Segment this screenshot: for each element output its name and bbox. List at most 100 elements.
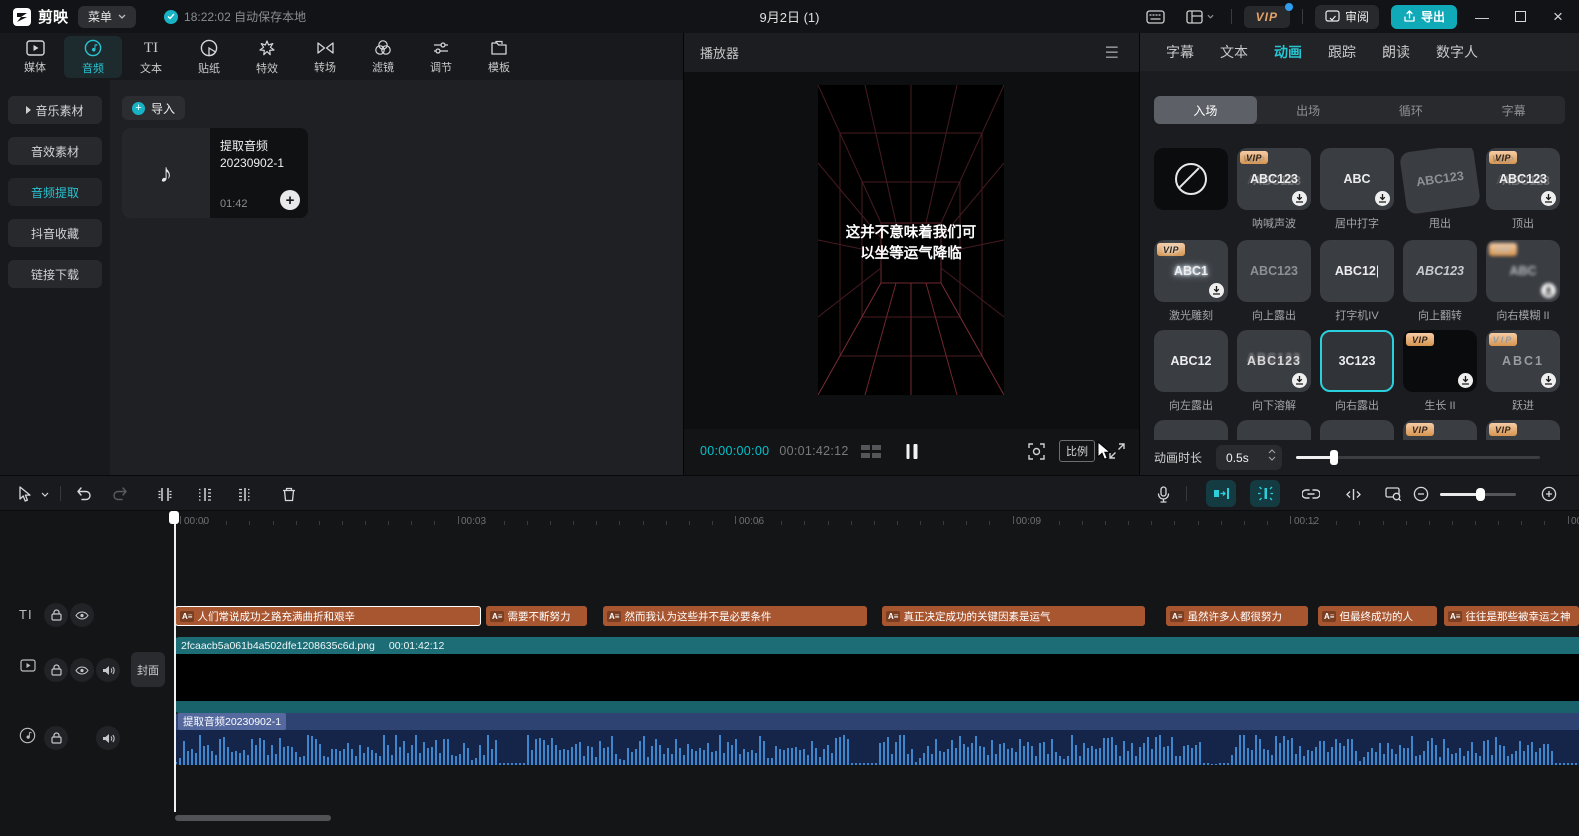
delete-left-button[interactable] <box>192 476 218 512</box>
tab-audio[interactable]: 音频 <box>64 36 122 78</box>
text-clip[interactable]: A≡ 然而我认为这些并不是必要条件 <box>603 606 867 626</box>
tab-tracking[interactable]: 跟踪 <box>1328 42 1356 62</box>
player-menu-icon[interactable]: ☰ <box>1105 43 1119 63</box>
timeline-zoom-slider[interactable] <box>1440 493 1516 496</box>
timeline-ruler[interactable]: 00:00 00:03 00:06 00:09 00:12 00:15 <box>0 511 1579 533</box>
sidebar-item-douyin-favorites[interactable]: 抖音收藏 <box>8 219 102 247</box>
add-to-track-button[interactable]: + <box>280 190 300 210</box>
linkage-toggle[interactable] <box>1298 476 1324 512</box>
tab-transition[interactable]: 转场 <box>296 36 354 78</box>
text-clip[interactable]: A≡ 但最终成功的人 <box>1318 606 1437 626</box>
delete-button[interactable] <box>276 476 302 512</box>
anim-tile-partial[interactable]: VIP <box>1486 420 1560 440</box>
subtab-out[interactable]: 出场 <box>1257 96 1360 124</box>
vip-button[interactable]: VIP <box>1244 6 1290 28</box>
cover-button[interactable]: 封面 <box>131 652 165 687</box>
sidebar-item-sound-effects[interactable]: 音效素材 <box>8 137 102 165</box>
text-clip[interactable]: A≡ 往往是那些被幸运之神 <box>1444 606 1579 626</box>
duration-input[interactable]: 0.5s <box>1216 445 1282 470</box>
anim-tile[interactable]: ABC 居中打字 <box>1320 148 1394 231</box>
select-tool-button[interactable] <box>12 476 36 512</box>
text-clip[interactable]: A≡ 虽然许多人都很努力 <box>1166 606 1308 626</box>
zoom-in-button[interactable] <box>1538 476 1560 512</box>
playhead-handle[interactable] <box>169 511 179 524</box>
anim-tile[interactable]: ABC12 向左露出 <box>1154 330 1228 413</box>
duration-stepper[interactable] <box>1268 449 1276 461</box>
tab-digital-human[interactable]: 数字人 <box>1436 42 1478 62</box>
sidebar-item-link-download[interactable]: 链接下载 <box>8 260 102 288</box>
anim-tile-selected[interactable]: 3C123 向右露出 <box>1320 330 1394 413</box>
audio-waveform[interactable] <box>175 730 1579 765</box>
export-button[interactable]: 导出 <box>1391 5 1457 29</box>
tab-text-style[interactable]: 文本 <box>1220 42 1248 62</box>
anim-tile-partial[interactable] <box>1237 420 1311 440</box>
anim-tile[interactable]: ABC123 向下溶解 <box>1237 330 1311 413</box>
maximize-button[interactable] <box>1507 4 1533 30</box>
close-button[interactable]: × <box>1545 4 1571 30</box>
anim-tile[interactable]: ABC1 VIP 激光雕刻 <box>1154 240 1228 323</box>
tab-read-aloud[interactable]: 朗读 <box>1382 42 1410 62</box>
tab-template[interactable]: 模板 <box>470 36 528 78</box>
duration-slider-handle[interactable] <box>1330 450 1338 465</box>
sidebar-item-music-assets[interactable]: 音乐素材 <box>8 96 102 124</box>
lock-icon[interactable] <box>44 726 68 750</box>
mute-icon[interactable] <box>96 726 120 750</box>
anim-tile[interactable]: ABC12 打字机IV <box>1320 240 1394 323</box>
duration-slider[interactable] <box>1296 456 1540 459</box>
mute-icon[interactable] <box>96 658 120 682</box>
tab-adjust[interactable]: 调节 <box>412 36 470 78</box>
playhead-line[interactable] <box>174 511 176 812</box>
review-button[interactable]: 审阅 <box>1315 5 1379 29</box>
tab-animation[interactable]: 动画 <box>1274 42 1302 62</box>
pause-button[interactable] <box>906 444 917 459</box>
zoom-slider-handle[interactable] <box>1476 488 1485 501</box>
anim-tile-partial[interactable] <box>1320 420 1394 440</box>
anim-tile[interactable]: ABC123 向上露出 <box>1237 240 1311 323</box>
tab-media[interactable]: 媒体 <box>6 36 64 78</box>
menu-button[interactable]: 菜单 <box>78 6 136 28</box>
sidebar-item-audio-extract[interactable]: 音频提取 <box>8 178 102 206</box>
preview-axis-toggle[interactable] <box>1340 476 1366 512</box>
aspect-ratio-button[interactable]: 比例 <box>1059 440 1095 462</box>
fullscreen-icon[interactable] <box>1109 443 1125 459</box>
timeline[interactable]: 00:00 00:03 00:06 00:09 00:12 00:15 TI 封… <box>0 511 1579 836</box>
anim-tile[interactable]: ABC123 向上翻转 <box>1403 240 1477 323</box>
timeline-fit-button[interactable] <box>1380 476 1406 512</box>
anim-tile[interactable]: ABC123 VIP 呐喊声波 <box>1237 148 1311 231</box>
minimize-button[interactable]: — <box>1469 4 1495 30</box>
lock-icon[interactable] <box>44 603 68 627</box>
record-voiceover-button[interactable] <box>1150 476 1176 512</box>
anim-tile[interactable]: ABC VIP 向右模糊 II <box>1486 240 1560 323</box>
lock-icon[interactable] <box>44 658 68 682</box>
layout-switch-icon[interactable] <box>1181 4 1219 30</box>
eye-icon[interactable] <box>70 658 94 682</box>
tab-subtitle[interactable]: 字幕 <box>1166 42 1194 62</box>
delete-right-button[interactable] <box>232 476 258 512</box>
shortcut-keyboard-icon[interactable] <box>1143 4 1169 30</box>
anim-tile[interactable]: ABC123 VIP 顶出 <box>1486 148 1560 231</box>
redo-button[interactable] <box>108 476 132 512</box>
audio-clip-header[interactable]: 提取音频20230902-1 <box>175 713 1579 730</box>
anim-tile[interactable]: ABC1 VIP 跃进 <box>1486 330 1560 413</box>
subtab-in[interactable]: 入场 <box>1154 96 1257 124</box>
main-track-magnet-toggle[interactable] <box>1206 480 1236 507</box>
tab-effects[interactable]: 特效 <box>238 36 296 78</box>
eye-icon[interactable] <box>70 603 94 627</box>
tab-sticker[interactable]: 贴纸 <box>180 36 238 78</box>
text-clip-selected[interactable]: A≡ 人们常说成功之路充满曲折和艰辛 <box>175 606 481 626</box>
video-preview[interactable]: 这并不意味着我们可 以坐等运气降临 <box>818 85 1004 395</box>
zoom-out-button[interactable] <box>1410 476 1432 512</box>
tab-filter[interactable]: 滤镜 <box>354 36 412 78</box>
video-clip-header[interactable]: 2fcaacb5a061b4a502dfe1208635c6d.png 00:0… <box>175 637 1579 654</box>
anim-tile-none[interactable] <box>1154 148 1228 215</box>
select-tool-dropdown[interactable] <box>38 476 52 512</box>
auto-snap-toggle[interactable] <box>1250 480 1280 507</box>
video-clip-body[interactable] <box>175 654 1579 701</box>
focus-frame-icon[interactable] <box>1028 443 1045 460</box>
frame-list-icon[interactable] <box>861 445 883 458</box>
text-clip[interactable]: A≡ 真正决定成功的关键因素是运气 <box>882 606 1145 626</box>
split-button[interactable] <box>152 476 178 512</box>
audio-asset-card[interactable]: ♪ 提取音频 20230902-1 01:42 + <box>122 128 308 218</box>
tab-text[interactable]: TI 文本 <box>122 36 180 78</box>
subtab-loop[interactable]: 循环 <box>1360 96 1463 124</box>
